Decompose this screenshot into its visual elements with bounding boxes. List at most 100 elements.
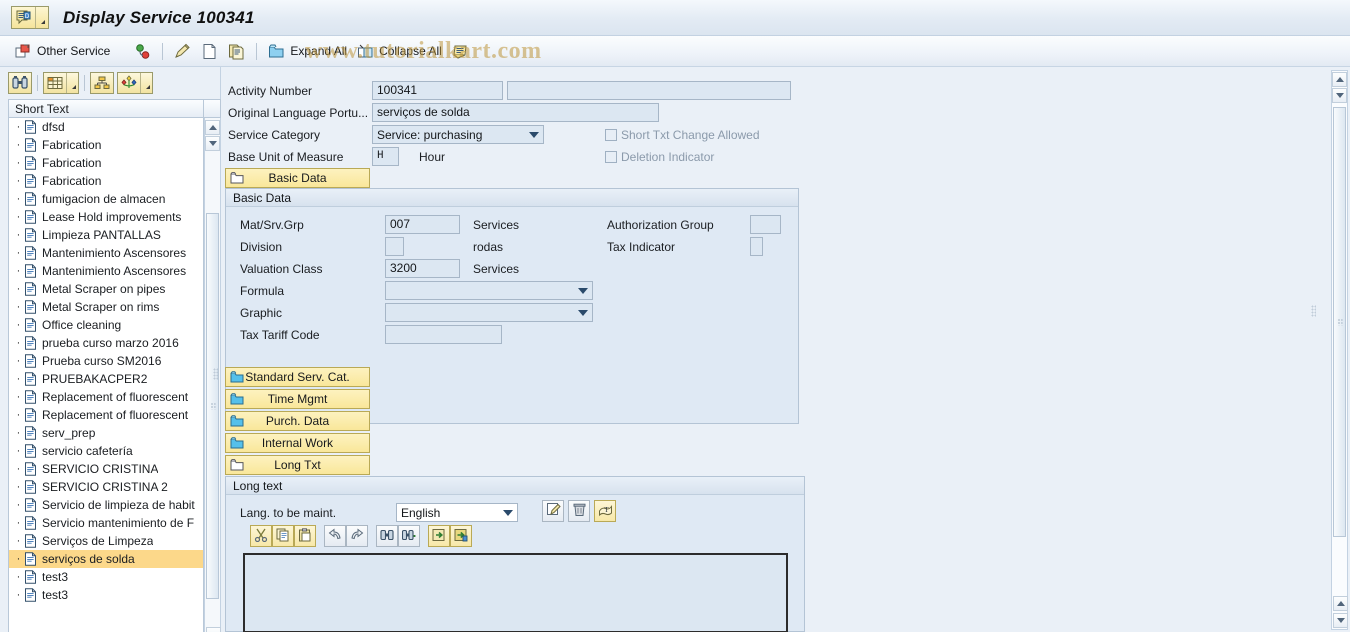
tree-column-header-short-text[interactable]: Short Text <box>8 99 204 118</box>
table-view-chevron-icon[interactable] <box>66 73 78 93</box>
tree-item[interactable]: ·Prueba curso SM2016 <box>9 352 203 370</box>
expand-all-button[interactable]: Expand All <box>263 40 352 63</box>
tree-scroll-up-button[interactable] <box>205 120 220 135</box>
edit-text-button[interactable] <box>542 500 564 522</box>
content-splitter-grip[interactable] <box>1311 305 1316 317</box>
copy-button[interactable] <box>272 525 294 547</box>
matsrv-grp-input[interactable]: 007 <box>385 215 460 234</box>
find-next-button[interactable] <box>398 525 420 547</box>
undo-button[interactable] <box>324 525 346 547</box>
tree-item[interactable]: ·Fabrication <box>9 172 203 190</box>
formula-select[interactable] <box>385 281 593 300</box>
base-unit-input[interactable]: H <box>372 147 399 166</box>
tree-item[interactable]: ·fumigacion de almacen <box>9 190 203 208</box>
collapse-all-button[interactable]: Collapse All <box>352 40 447 63</box>
service-category-select[interactable]: Service: purchasing <box>372 125 544 144</box>
tree-item[interactable]: ·SERVICIO CRISTINA <box>9 460 203 478</box>
section-button-time-mgmt[interactable]: Time Mgmt <box>225 389 370 409</box>
tree-item[interactable]: ·servicio cafetería <box>9 442 203 460</box>
tree-splitter-grip[interactable] <box>213 368 218 380</box>
section-button-standard-serv-cat[interactable]: Standard Serv. Cat. <box>225 367 370 387</box>
deletion-indicator-checkbox[interactable]: Deletion Indicator <box>605 150 714 164</box>
tree-item[interactable]: ·Replacement of fluorescent <box>9 388 203 406</box>
tree-item[interactable]: ·Office cleaning <box>9 316 203 334</box>
tab-basic-data[interactable]: Basic Data <box>225 168 370 188</box>
redo-button[interactable] <box>346 525 368 547</box>
long-text-editor[interactable] <box>243 553 788 632</box>
section-button-purch-data[interactable]: Purch. Data <box>225 411 370 431</box>
division-input[interactable] <box>385 237 404 256</box>
activity-number-input[interactable]: 100341 <box>372 81 503 100</box>
tax-indicator-input[interactable] <box>750 237 763 256</box>
main-scroll-down-button[interactable] <box>1332 88 1347 103</box>
worklist-button[interactable] <box>129 40 156 63</box>
edit-button[interactable] <box>169 40 196 63</box>
tree-item[interactable]: ·Mantenimiento Ascensores <box>9 244 203 262</box>
format-text-button[interactable]: T <box>594 500 616 522</box>
main-vertical-scrollbar[interactable] <box>1331 70 1348 630</box>
new-document-button[interactable] <box>196 40 223 63</box>
delete-text-button[interactable] <box>568 500 590 522</box>
system-menu-chevron-icon[interactable] <box>35 7 48 28</box>
tree-item[interactable]: ·Replacement of fluorescent <box>9 406 203 424</box>
tax-tariff-input[interactable] <box>385 325 502 344</box>
tree-item[interactable]: ·prueba curso marzo 2016 <box>9 334 203 352</box>
tree-item[interactable]: ·Serviços de Limpeza <box>9 532 203 550</box>
tree-item[interactable]: ·test3 <box>9 568 203 586</box>
tree-item[interactable]: ·PRUEBAKACPER2 <box>9 370 203 388</box>
tree-item[interactable]: ·Mantenimiento Ascensores <box>9 262 203 280</box>
main-scroll-down-button-2[interactable] <box>1333 613 1348 628</box>
long-text-editor-toolbar <box>250 525 472 547</box>
graphic-select[interactable] <box>385 303 593 322</box>
copy-document-button[interactable] <box>223 40 250 63</box>
export-button[interactable] <box>450 525 472 547</box>
tree-scroll-down-button[interactable] <box>205 136 220 151</box>
section-button-long-txt[interactable]: Long Txt <box>225 455 370 475</box>
main-scroll-thumb[interactable] <box>1333 107 1346 537</box>
hierarchy-button[interactable] <box>90 72 114 94</box>
tree-item[interactable]: ·Metal Scraper on pipes <box>9 280 203 298</box>
tree-item[interactable]: ·test3 <box>9 586 203 604</box>
find-button[interactable] <box>376 525 398 547</box>
service-tree-list[interactable]: ·dfsd·Fabrication·Fabrication·Fabricatio… <box>8 118 204 632</box>
tree-item[interactable]: ·serv_prep <box>9 424 203 442</box>
chevron-down-icon[interactable] <box>503 510 513 516</box>
tree-item-selected[interactable]: ·serviços de solda <box>9 550 203 568</box>
long-text-language-select[interactable]: English <box>396 503 518 522</box>
chevron-down-icon[interactable] <box>578 288 588 294</box>
tree-item[interactable]: ·Servicio de limpieza de habit <box>9 496 203 514</box>
main-scroll-up-button-2[interactable] <box>1333 596 1348 611</box>
service-detail-button[interactable] <box>447 40 474 63</box>
authorization-group-input[interactable] <box>750 215 781 234</box>
tree-item[interactable]: ·dfsd <box>9 118 203 136</box>
activity-number-extra-input[interactable] <box>507 81 791 100</box>
tree-scroll-thumb[interactable] <box>206 213 219 599</box>
find-button[interactable] <box>8 72 32 94</box>
original-language-input[interactable]: serviços de solda <box>372 103 659 122</box>
deletion-indicator-box[interactable] <box>605 151 617 163</box>
paste-button[interactable] <box>294 525 316 547</box>
display-variant-chevron-icon[interactable] <box>140 73 152 93</box>
tree-item[interactable]: ·Lease Hold improvements <box>9 208 203 226</box>
chevron-down-icon[interactable] <box>578 310 588 316</box>
system-menu-button[interactable]: D <box>11 6 49 29</box>
short-txt-change-allowed-box[interactable] <box>605 129 617 141</box>
import-button[interactable] <box>428 525 450 547</box>
main-scroll-up-button[interactable] <box>1332 72 1347 87</box>
section-button-internal-work[interactable]: Internal Work <box>225 433 370 453</box>
document-icon <box>24 138 37 152</box>
tree-item[interactable]: ·Servicio mantenimiento de F <box>9 514 203 532</box>
display-variant-button[interactable] <box>117 72 153 94</box>
tree-item[interactable]: ·Fabrication <box>9 154 203 172</box>
tree-item[interactable]: ·Limpieza PANTALLAS <box>9 226 203 244</box>
tree-scroll-up-button-2[interactable] <box>206 627 221 632</box>
valuation-class-input[interactable]: 3200 <box>385 259 460 278</box>
tree-item[interactable]: ·Fabrication <box>9 136 203 154</box>
tree-item[interactable]: ·Metal Scraper on rims <box>9 298 203 316</box>
other-service-button[interactable]: Other Service <box>10 40 115 63</box>
chevron-down-icon[interactable] <box>529 132 539 138</box>
cut-button[interactable] <box>250 525 272 547</box>
tree-item[interactable]: ·SERVICIO CRISTINA 2 <box>9 478 203 496</box>
table-view-button[interactable] <box>43 72 79 94</box>
short-txt-change-allowed-checkbox[interactable]: Short Txt Change Allowed <box>605 128 760 142</box>
